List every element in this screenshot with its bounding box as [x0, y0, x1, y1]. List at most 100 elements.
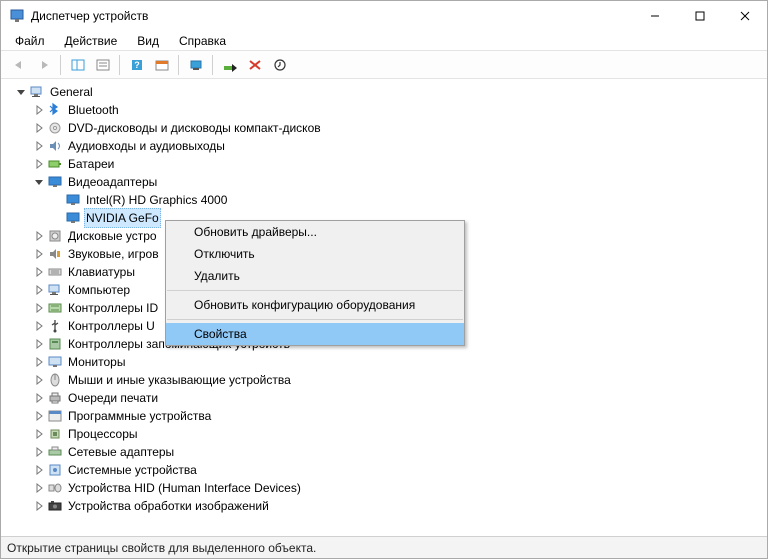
window-title: Диспетчер устройств	[31, 9, 632, 23]
tree-category-node[interactable]: DVD-дисководы и дисководы компакт-дисков	[5, 119, 763, 137]
toolbar-separator	[178, 55, 179, 75]
expander-icon[interactable]	[33, 284, 45, 296]
bluetooth-icon	[47, 102, 63, 118]
tree-root-node[interactable]: General	[5, 83, 763, 101]
toolbar-separator	[212, 55, 213, 75]
help-button[interactable]: ?	[125, 54, 148, 76]
maximize-button[interactable]	[677, 2, 722, 30]
tree-category-node[interactable]: Видеоадаптеры	[5, 173, 763, 191]
device-tree[interactable]: GeneralBluetoothDVD-дисководы и дисковод…	[1, 79, 767, 536]
dvd-icon	[47, 120, 63, 136]
scan-hardware-button[interactable]	[184, 54, 207, 76]
enable-device-button[interactable]	[218, 54, 241, 76]
app-icon	[9, 8, 25, 24]
monitor-icon	[47, 354, 63, 370]
storage-icon	[47, 336, 63, 352]
close-button[interactable]	[722, 2, 767, 30]
expander-icon[interactable]	[33, 392, 45, 404]
nav-forward-button[interactable]	[32, 54, 55, 76]
tree-node-label: Устройства HID (Human Interface Devices)	[66, 479, 303, 497]
expander-icon[interactable]	[33, 482, 45, 494]
tree-category-node[interactable]: Батареи	[5, 155, 763, 173]
properties-button[interactable]	[91, 54, 114, 76]
context-menu-scan-hardware[interactable]: Обновить конфигурацию оборудования	[166, 294, 464, 316]
expander-icon[interactable]	[33, 356, 45, 368]
tree-node-label: Звуковые, игров	[66, 245, 161, 263]
tree-category-node[interactable]: Аудиовходы и аудиовыходы	[5, 137, 763, 155]
ide-icon	[47, 300, 63, 316]
keyboard-icon	[47, 264, 63, 280]
display-icon	[65, 210, 81, 226]
tree-category-node[interactable]: Очереди печати	[5, 389, 763, 407]
expander-icon[interactable]	[33, 338, 45, 350]
expander-icon[interactable]	[33, 446, 45, 458]
calendar-button[interactable]	[150, 54, 173, 76]
computer-icon	[29, 84, 45, 100]
expander-icon[interactable]	[33, 500, 45, 512]
tree-node-label: Системные устройства	[66, 461, 199, 479]
tree-node-label: Контроллеры U	[66, 317, 157, 335]
tree-category-node[interactable]: Системные устройства	[5, 461, 763, 479]
menu-action[interactable]: Действие	[57, 33, 126, 49]
expander-icon[interactable]	[15, 86, 27, 98]
tree-node-label: NVIDIA GeFo	[84, 208, 161, 228]
expander-icon[interactable]	[33, 140, 45, 152]
expander-icon[interactable]	[33, 428, 45, 440]
toolbar-separator	[60, 55, 61, 75]
tree-category-node[interactable]: Bluetooth	[5, 101, 763, 119]
tree-node-label: Очереди печати	[66, 389, 160, 407]
titlebar: Диспетчер устройств	[1, 1, 767, 31]
cpu-icon	[47, 426, 63, 442]
expander-icon[interactable]	[33, 104, 45, 116]
expander-icon[interactable]	[33, 176, 45, 188]
nav-back-button[interactable]	[7, 54, 30, 76]
expander-icon[interactable]	[33, 374, 45, 386]
imaging-icon	[47, 498, 63, 514]
expander-icon[interactable]	[33, 122, 45, 134]
menu-file[interactable]: Файл	[7, 33, 53, 49]
expander-icon[interactable]	[33, 464, 45, 476]
tree-node-label: Компьютер	[66, 281, 132, 299]
tree-category-node[interactable]: Процессоры	[5, 425, 763, 443]
tree-category-node[interactable]: Мыши и иные указывающие устройства	[5, 371, 763, 389]
context-menu-update-drivers[interactable]: Обновить драйверы...	[166, 221, 464, 243]
expander-icon[interactable]	[33, 410, 45, 422]
expander-icon[interactable]	[33, 266, 45, 278]
context-menu-disable[interactable]: Отключить	[166, 243, 464, 265]
tree-category-node[interactable]: Сетевые адаптеры	[5, 443, 763, 461]
tree-category-node[interactable]: Устройства обработки изображений	[5, 497, 763, 515]
tree-node-label: Мыши и иные указывающие устройства	[66, 371, 293, 389]
tree-node-label: Мониторы	[66, 353, 127, 371]
menu-view[interactable]: Вид	[129, 33, 167, 49]
tree-category-node[interactable]: Устройства HID (Human Interface Devices)	[5, 479, 763, 497]
system-icon	[47, 462, 63, 478]
tree-category-node[interactable]: Программные устройства	[5, 407, 763, 425]
hid-icon	[47, 480, 63, 496]
expander-icon[interactable]	[33, 158, 45, 170]
disable-device-button[interactable]	[243, 54, 266, 76]
expander-icon[interactable]	[33, 230, 45, 242]
tree-node-label: Видеоадаптеры	[66, 173, 159, 191]
display-icon	[65, 192, 81, 208]
context-menu-properties[interactable]: Свойства	[166, 323, 464, 345]
context-menu-uninstall[interactable]: Удалить	[166, 265, 464, 287]
expander-icon[interactable]	[33, 320, 45, 332]
minimize-button[interactable]	[632, 2, 677, 30]
svg-text:?: ?	[134, 60, 140, 70]
menu-help[interactable]: Справка	[171, 33, 234, 49]
expander-icon	[51, 194, 63, 206]
display-icon	[47, 174, 63, 190]
printer-icon	[47, 390, 63, 406]
uninstall-device-button[interactable]	[268, 54, 291, 76]
show-hide-console-button[interactable]	[66, 54, 89, 76]
tree-node-label: DVD-дисководы и дисководы компакт-дисков	[66, 119, 323, 137]
expander-icon[interactable]	[33, 302, 45, 314]
tree-category-node[interactable]: Мониторы	[5, 353, 763, 371]
expander-icon[interactable]	[33, 248, 45, 260]
battery-icon	[47, 156, 63, 172]
tree-device-node[interactable]: Intel(R) HD Graphics 4000	[5, 191, 763, 209]
expander-icon	[51, 212, 63, 224]
network-icon	[47, 444, 63, 460]
toolbar-separator	[119, 55, 120, 75]
audio-icon	[47, 138, 63, 154]
